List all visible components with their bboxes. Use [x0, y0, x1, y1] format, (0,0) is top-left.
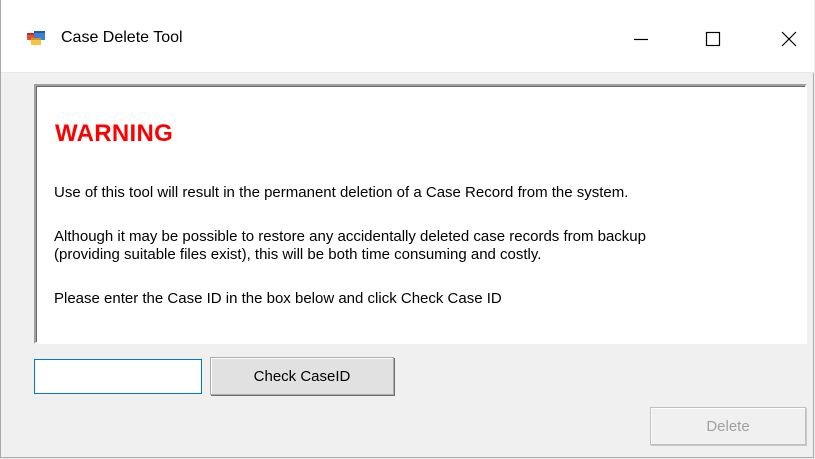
case-delete-window: Case Delete Tool WARNING Use of this too… — [0, 0, 814, 458]
warning-message-panel: WARNING Use of this tool will result in … — [34, 84, 807, 344]
backup-notice-line-2: (providing suitable files exist), this w… — [54, 246, 542, 263]
minimize-icon — [634, 38, 648, 41]
backup-notice-line-1: Although it may be possible to restore a… — [54, 228, 646, 245]
caseid-input[interactable] — [34, 359, 202, 394]
window-title: Case Delete Tool — [61, 29, 183, 46]
form-app-icon — [27, 30, 47, 46]
minimize-button[interactable] — [617, 22, 665, 56]
deletion-notice-text: Use of this tool will result in the perm… — [54, 184, 629, 201]
backup-notice-text: Although it may be possible to restore a… — [54, 228, 794, 264]
instruction-text: Please enter the Case ID in the box belo… — [54, 290, 502, 307]
maximize-icon — [705, 31, 721, 47]
check-caseid-button[interactable]: Check CaseID — [210, 357, 394, 395]
title-bar[interactable]: Case Delete Tool — [1, 0, 814, 73]
close-icon — [781, 31, 797, 47]
close-button[interactable] — [765, 22, 813, 56]
maximize-button[interactable] — [689, 22, 737, 56]
warning-heading: WARNING — [55, 120, 174, 147]
delete-button[interactable]: Delete — [650, 407, 806, 445]
